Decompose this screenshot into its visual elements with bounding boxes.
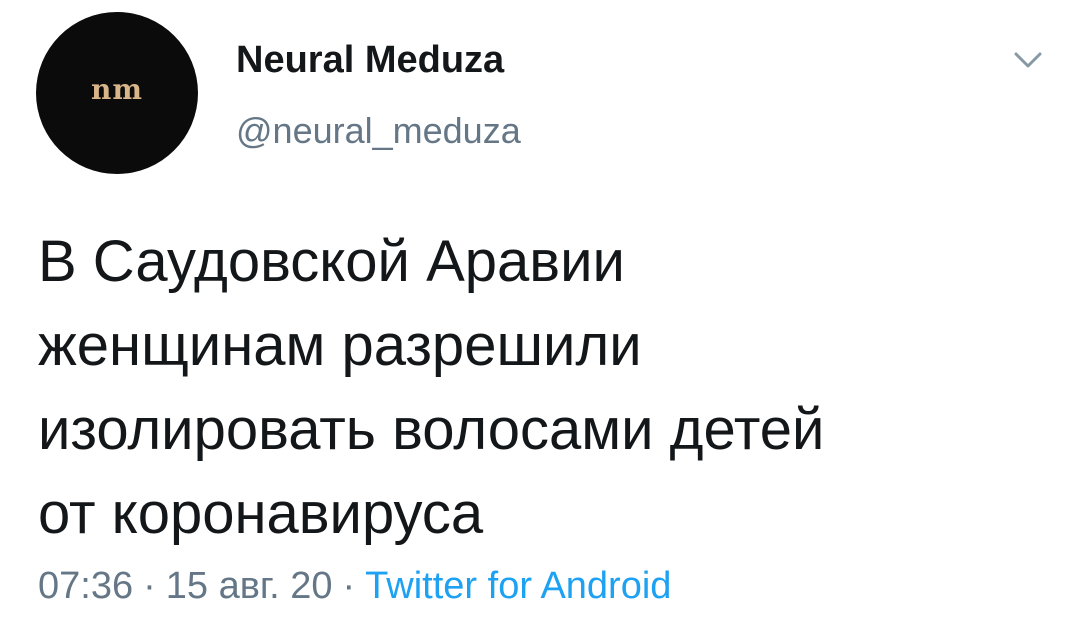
tweet-time[interactable]: 07:36: [38, 565, 133, 607]
avatar[interactable]: nm: [36, 12, 198, 174]
tweet-date[interactable]: 15 авг. 20: [166, 565, 333, 607]
author-handle[interactable]: @neural_meduza: [236, 111, 521, 151]
meta-separator: ·: [342, 565, 356, 607]
tweet-card: nm Neural Meduza @neural_meduza В Саудов…: [0, 0, 1080, 642]
author-display-name[interactable]: Neural Meduza: [236, 39, 504, 82]
tweet-text: В Саудовской Аравии женщинам разрешили и…: [38, 229, 825, 546]
tweet-meta: 07:36 · 15 авг. 20 · Twitter for Android: [38, 565, 671, 608]
avatar-logo-text: nm: [91, 73, 143, 106]
tweet-source-link[interactable]: Twitter for Android: [365, 565, 671, 607]
chevron-down-icon[interactable]: [1010, 46, 1046, 74]
meta-separator: ·: [143, 565, 156, 607]
